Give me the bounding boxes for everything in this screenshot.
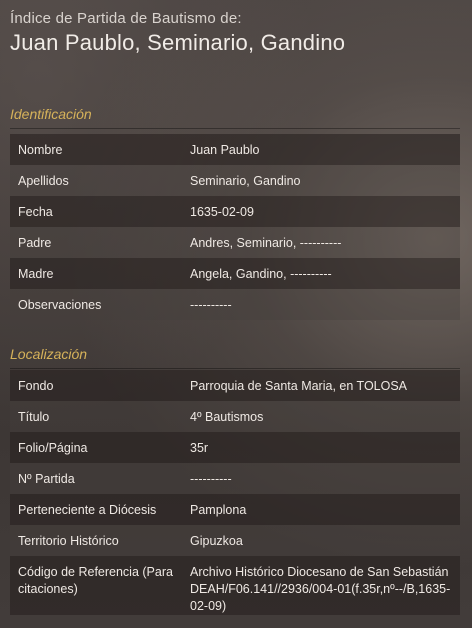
row-label: Fecha — [10, 196, 182, 227]
row-value: Andres, Seminario, ---------- — [182, 227, 460, 258]
section-divider — [10, 128, 460, 129]
row-label: Observaciones — [10, 289, 182, 320]
identificacion-table: Nombre Juan Paublo Apellidos Seminario, … — [10, 134, 460, 320]
table-row: Padre Andres, Seminario, ---------- — [10, 227, 460, 258]
table-row: Folio/Página 35r — [10, 432, 460, 463]
row-label: Padre — [10, 227, 182, 258]
row-label: Título — [10, 401, 182, 432]
row-label: Madre — [10, 258, 182, 289]
table-row: Nombre Juan Paublo — [10, 134, 460, 165]
row-value: Archivo Histórico Diocesano de San Sebas… — [182, 556, 460, 615]
row-label: Fondo — [10, 370, 182, 401]
row-value: 1635-02-09 — [182, 196, 460, 227]
table-row: Observaciones ---------- — [10, 289, 460, 320]
row-value: Angela, Gandino, ---------- — [182, 258, 460, 289]
table-row: Apellidos Seminario, Gandino — [10, 165, 460, 196]
section-heading-identificacion: Identificación — [10, 106, 92, 122]
row-label: Nº Partida — [10, 463, 182, 494]
table-row: Perteneciente a Diócesis Pamplona — [10, 494, 460, 525]
row-value: 4º Bautismos — [182, 401, 460, 432]
page-title: Juan Paublo, Seminario, Gandino — [10, 30, 346, 55]
row-value: Pamplona — [182, 494, 460, 525]
table-row: Fecha 1635-02-09 — [10, 196, 460, 227]
row-value: Seminario, Gandino — [182, 165, 460, 196]
table-row: Título 4º Bautismos — [10, 401, 460, 432]
localizacion-table: Fondo Parroquia de Santa Maria, en TOLOS… — [10, 370, 460, 615]
row-value: ---------- — [182, 463, 460, 494]
row-value: 35r — [182, 432, 460, 463]
table-row: Nº Partida ---------- — [10, 463, 460, 494]
row-label: Código de Referencia (Para citaciones) — [10, 556, 182, 615]
table-row: Territorio Histórico Gipuzkoa — [10, 525, 460, 556]
row-label: Apellidos — [10, 165, 182, 196]
table-row: Fondo Parroquia de Santa Maria, en TOLOS… — [10, 370, 460, 401]
row-value: ---------- — [182, 289, 460, 320]
table-row: Código de Referencia (Para citaciones) A… — [10, 556, 460, 615]
row-value: Gipuzkoa — [182, 525, 460, 556]
page-subtitle: Índice de Partida de Bautismo de: — [10, 10, 242, 27]
row-label: Folio/Página — [10, 432, 182, 463]
row-label: Perteneciente a Diócesis — [10, 494, 182, 525]
row-value: Juan Paublo — [182, 134, 460, 165]
row-label: Territorio Histórico — [10, 525, 182, 556]
row-label: Nombre — [10, 134, 182, 165]
row-value: Parroquia de Santa Maria, en TOLOSA — [182, 370, 460, 401]
table-row: Madre Angela, Gandino, ---------- — [10, 258, 460, 289]
section-heading-localizacion: Localización — [10, 346, 88, 362]
section-divider — [10, 368, 460, 369]
